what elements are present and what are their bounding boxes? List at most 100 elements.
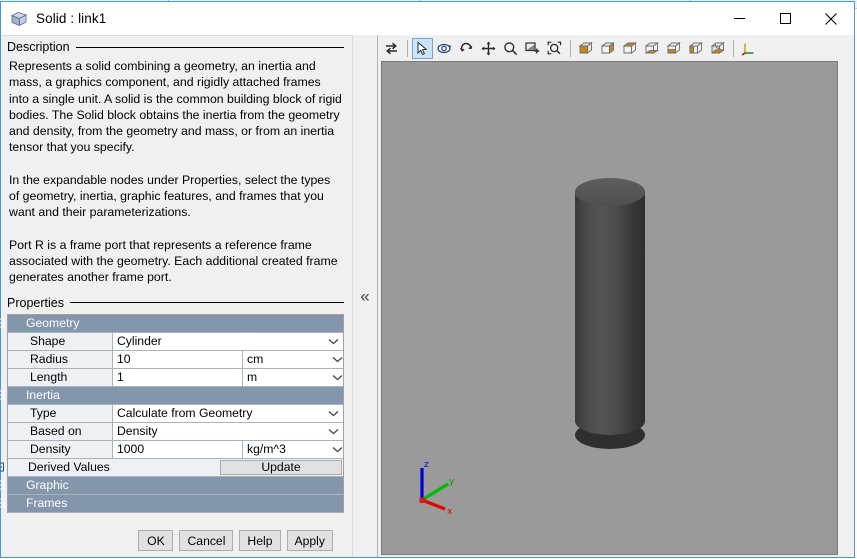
- section-label-graphic: Graphic: [0, 476, 69, 494]
- zoom-window-icon[interactable]: [522, 38, 543, 59]
- collapse-icon-inertia[interactable]: [0, 390, 4, 400]
- collapse-icon-geometry[interactable]: [0, 318, 4, 328]
- table-row[interactable]: Shape Cylinder: [8, 332, 343, 351]
- property-name-density: Density: [8, 440, 113, 458]
- derived-values-label: Derived Values: [28, 459, 110, 474]
- description-paragraph-3: Port R is a frame port that represents a…: [9, 237, 338, 285]
- coordinate-axes-icon[interactable]: [738, 38, 759, 59]
- orbit-icon[interactable]: [434, 38, 455, 59]
- minimize-button[interactable]: [716, 2, 762, 35]
- section-header-frames[interactable]: Frames: [0, 494, 343, 513]
- property-name-based-on: Based on: [8, 422, 113, 440]
- description-group-label: Description: [1, 36, 352, 56]
- window-controls: [716, 2, 854, 35]
- zoom-icon[interactable]: [500, 38, 521, 59]
- window-title: Solid : link1: [36, 11, 107, 26]
- description-text: Represents a solid combining a geometry,…: [1, 56, 352, 286]
- cube-icon: [10, 10, 28, 28]
- section-header-graphic[interactable]: Graphic: [0, 476, 343, 495]
- chevron-down-icon[interactable]: [323, 428, 343, 435]
- section-header-inertia[interactable]: Inertia: [0, 386, 343, 405]
- update-button[interactable]: Update: [220, 459, 342, 475]
- property-name-type: Type: [8, 404, 113, 422]
- view-back-icon[interactable]: [597, 38, 618, 59]
- fit-to-view-icon[interactable]: [544, 38, 565, 59]
- description-paragraph-1: Represents a solid combining a geometry,…: [9, 59, 342, 155]
- table-row[interactable]: Based on Density: [8, 422, 343, 441]
- select-cursor-icon[interactable]: [412, 37, 433, 59]
- toolbar-separator: [570, 39, 571, 57]
- swap-arrows-icon[interactable]: [381, 38, 402, 59]
- section-label-geometry: Geometry: [0, 314, 80, 332]
- cylinder-solid[interactable]: [574, 178, 645, 449]
- help-button[interactable]: Help: [239, 530, 281, 551]
- toolbar-separator: [733, 39, 734, 57]
- description-rule: [75, 46, 344, 48]
- description-paragraph-2: In the expandable nodes under Properties…: [9, 172, 331, 220]
- properties-table: Geometry Shape Cylinder Radius 10 cm Len…: [0, 313, 344, 513]
- properties-label: Properties: [7, 295, 70, 310]
- property-value-density[interactable]: 1000: [113, 440, 242, 458]
- cancel-button[interactable]: Cancel: [179, 530, 234, 551]
- property-value-radius[interactable]: 10: [113, 350, 242, 368]
- properties-rule: [69, 302, 344, 304]
- property-value-length[interactable]: 1: [113, 368, 242, 386]
- property-value-type[interactable]: Calculate from Geometry: [113, 404, 343, 422]
- property-unit-density[interactable]: kg/m^3: [242, 440, 343, 458]
- viewer-toolbar: [378, 35, 854, 61]
- table-row[interactable]: Density 1000 kg/m^3: [8, 440, 343, 459]
- derived-values-label-wrap[interactable]: Derived Values: [0, 458, 220, 476]
- svg-text:x: x: [447, 507, 453, 516]
- maximize-button[interactable]: [762, 2, 808, 35]
- svg-text:y: y: [449, 477, 455, 487]
- chevron-down-icon[interactable]: [332, 356, 343, 363]
- property-name-shape: Shape: [8, 332, 113, 350]
- table-row[interactable]: Type Calculate from Geometry: [8, 404, 343, 423]
- chevron-down-icon[interactable]: [332, 374, 343, 381]
- dialog-button-bar: OK Cancel Help Apply: [1, 530, 352, 551]
- derived-values-row[interactable]: Derived Values Update: [0, 458, 343, 477]
- property-unit-length[interactable]: m: [242, 368, 343, 386]
- chevron-down-icon[interactable]: [332, 446, 343, 453]
- title-bar: Solid : link1: [1, 2, 854, 35]
- view-bottom-icon[interactable]: [641, 38, 662, 59]
- property-value-shape[interactable]: Cylinder: [113, 332, 343, 350]
- svg-text:z: z: [424, 460, 429, 470]
- chevron-down-icon[interactable]: [323, 338, 343, 345]
- scrollbar-thumb[interactable]: [840, 61, 853, 157]
- expand-icon-graphic[interactable]: [0, 480, 4, 490]
- cylinder-body: [574, 192, 645, 435]
- view-top-icon[interactable]: [619, 38, 640, 59]
- cylinder-top-cap: [574, 178, 645, 206]
- rotate-icon[interactable]: [456, 38, 477, 59]
- viewer-pane: z y x: [378, 35, 854, 557]
- view-right-icon[interactable]: [685, 38, 706, 59]
- toolbar-separator: [407, 39, 408, 57]
- section-label-frames: Frames: [0, 494, 67, 512]
- view-left-icon[interactable]: [663, 38, 684, 59]
- table-row[interactable]: Length 1 m: [8, 368, 343, 387]
- model-viewport[interactable]: z y x: [381, 61, 838, 555]
- apply-button[interactable]: Apply: [286, 530, 333, 551]
- property-unit-radius[interactable]: cm: [242, 350, 343, 368]
- expand-icon-derived-values[interactable]: [0, 462, 4, 472]
- pane-splitter[interactable]: «: [352, 35, 378, 557]
- solid-block-dialog: Solid : link1 Description Represents a s…: [0, 1, 855, 558]
- expand-icon-frames[interactable]: [0, 498, 4, 508]
- table-row[interactable]: Radius 10 cm: [8, 350, 343, 369]
- coordinate-triad: z y x: [412, 456, 468, 516]
- close-button[interactable]: [808, 2, 854, 35]
- viewport-scrollbar[interactable]: [839, 61, 854, 555]
- section-header-geometry[interactable]: Geometry: [0, 314, 343, 333]
- property-name-length: Length: [8, 368, 113, 386]
- view-front-icon[interactable]: [575, 38, 596, 59]
- property-value-based-on[interactable]: Density: [113, 422, 343, 440]
- ok-button[interactable]: OK: [138, 530, 174, 551]
- properties-pane: Description Represents a solid combining…: [0, 35, 352, 557]
- chevron-down-icon[interactable]: [323, 410, 343, 417]
- pan-icon[interactable]: [478, 38, 499, 59]
- collapse-pane-icon[interactable]: «: [360, 288, 369, 305]
- view-isometric-icon[interactable]: [707, 38, 728, 59]
- description-label: Description: [7, 40, 76, 54]
- properties-group-label: Properties: [1, 292, 352, 312]
